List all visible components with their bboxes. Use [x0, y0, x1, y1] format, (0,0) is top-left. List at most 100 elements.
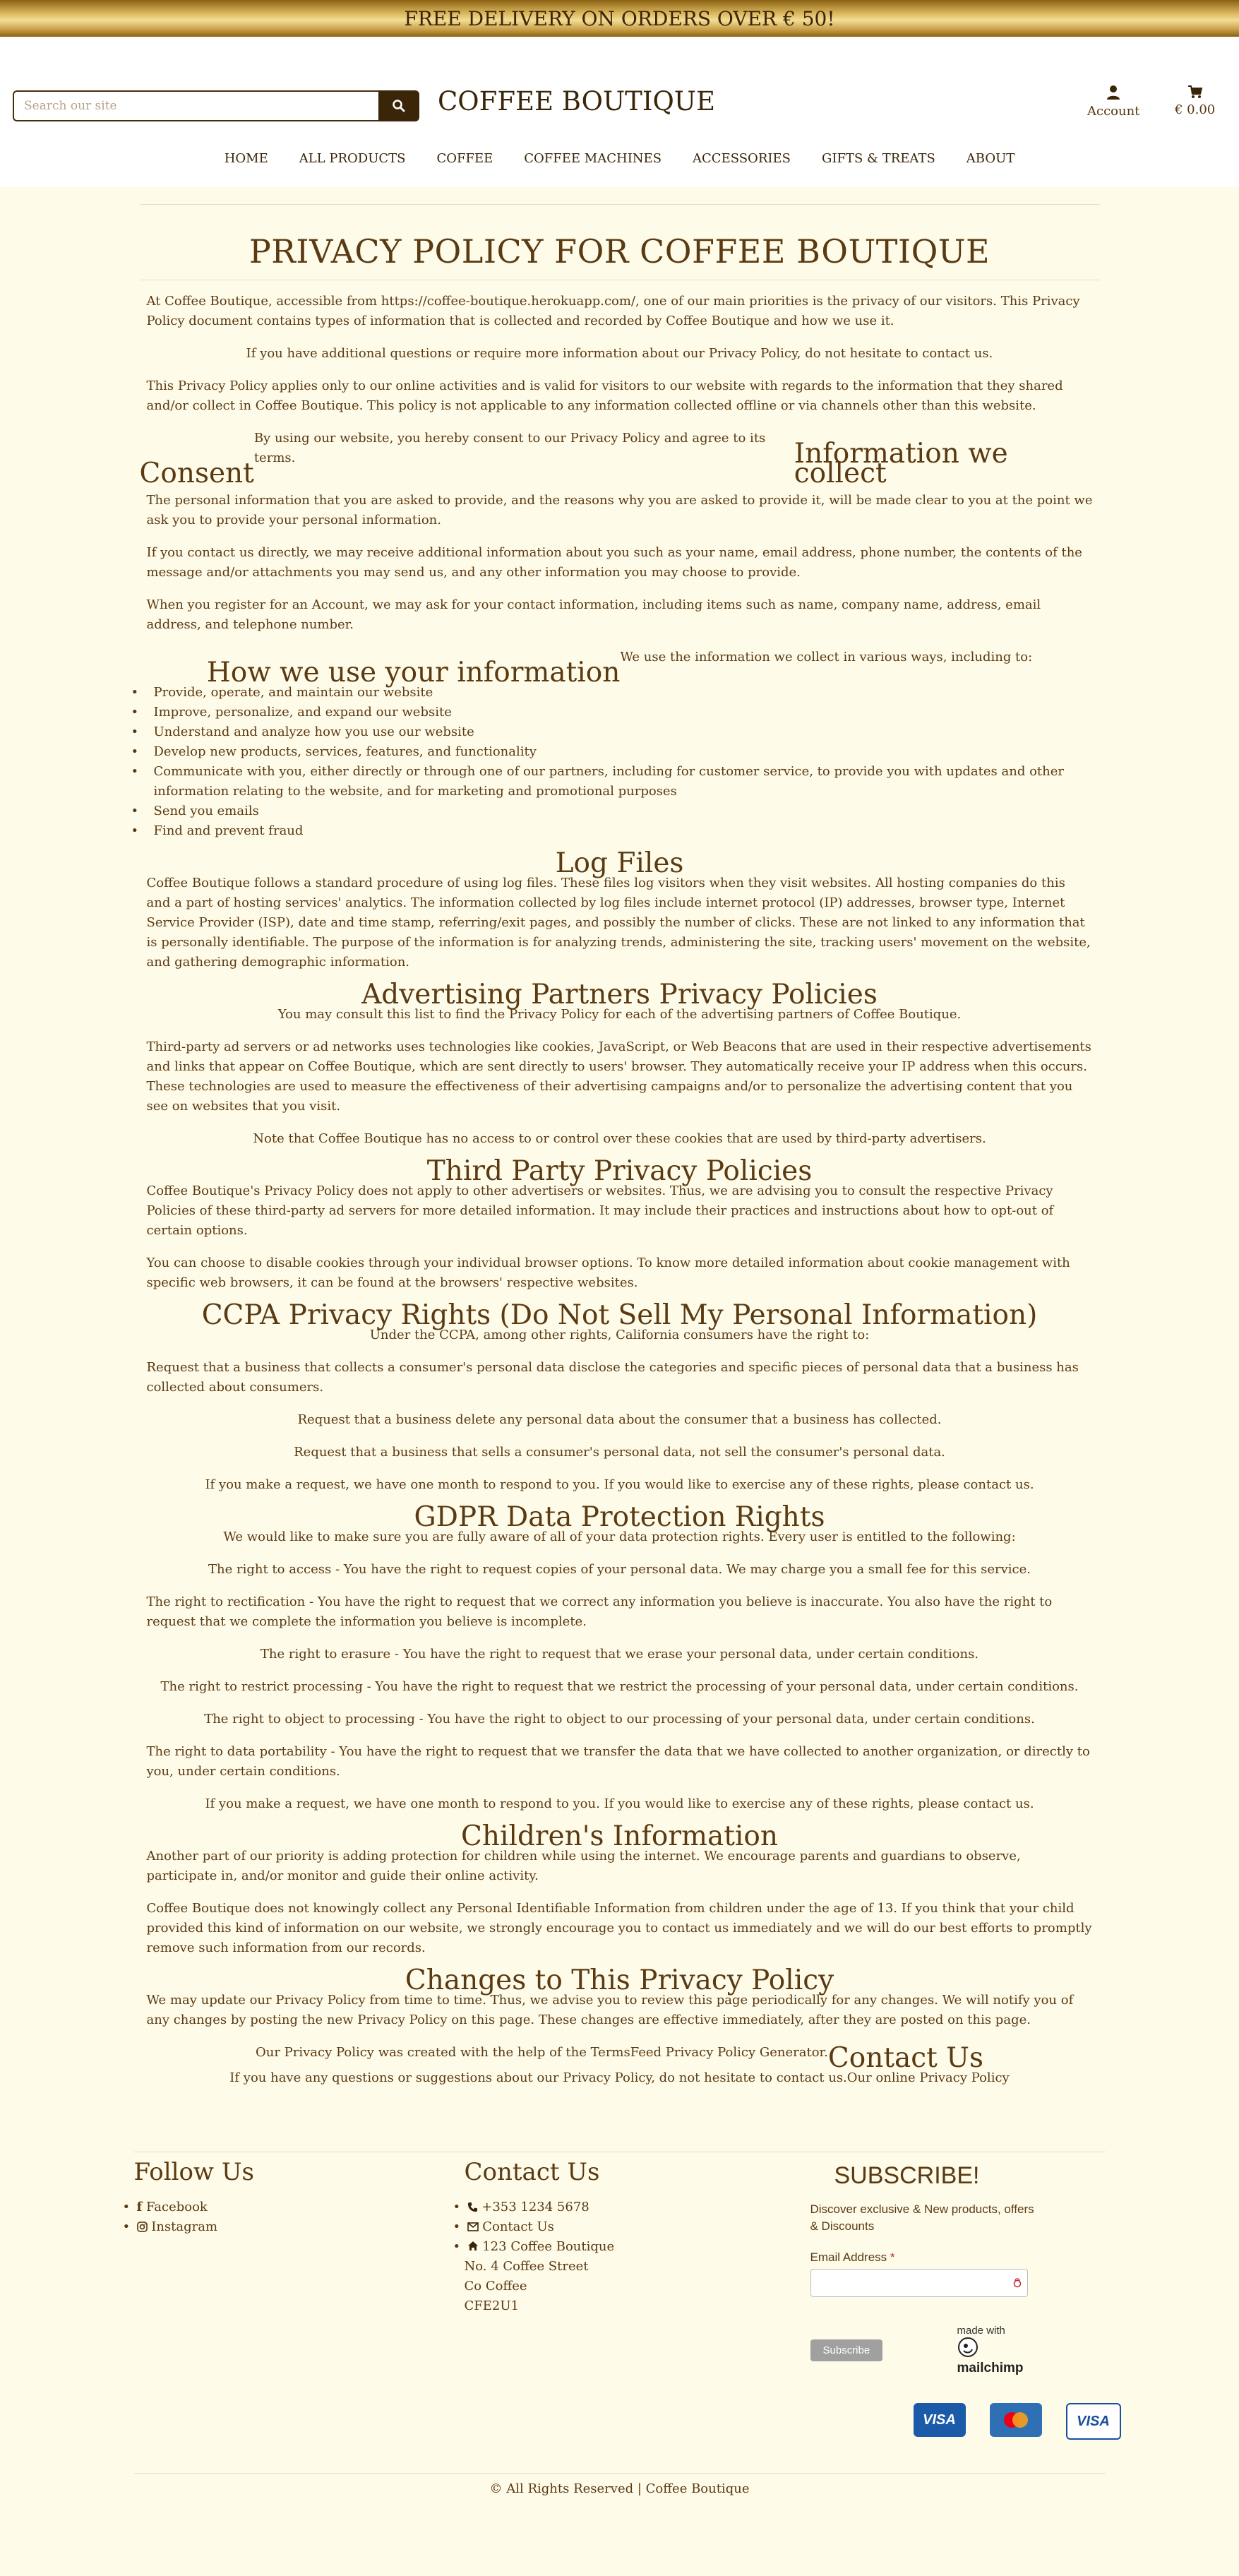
adv-paragraph: Note that Coffee Boutique has no access … — [253, 1131, 986, 1146]
log-paragraph: Coffee Boutique follows a standard proce… — [146, 876, 1091, 970]
mailchimp-logo: mailchimp — [957, 2361, 1024, 2375]
instagram-link[interactable]: Instagram — [122, 2217, 254, 2237]
ccpa-paragraph: Request that a business that collects a … — [146, 1360, 1079, 1395]
changes-heading: Changes to This Privacy Policy — [405, 1964, 834, 1996]
children-heading: Children's Information — [461, 1820, 778, 1852]
gdpr-paragraph: The right to access - You have the right… — [208, 1562, 1031, 1577]
subscribe-heading: SUBSCRIBE! — [834, 2162, 980, 2189]
log-heading: Log Files — [555, 847, 684, 879]
instagram-icon — [136, 2222, 148, 2232]
address-block: No. 4 Coffee Street Co Coffee CFE2U1 — [465, 2257, 615, 2316]
phone-item[interactable]: +353 1234 5678 — [453, 2198, 615, 2217]
nav-gifts-treats[interactable]: GIFTS & TREATS — [822, 151, 935, 166]
footer-contact-heading: Contact Us — [464, 2158, 600, 2186]
third-party-paragraph: You can choose to disable cookies throug… — [146, 1256, 1070, 1290]
cart-icon — [1187, 85, 1202, 98]
account-link[interactable]: Account — [1087, 85, 1139, 119]
follow-heading: Follow Us — [133, 2158, 254, 2186]
page-title: PRIVACY POLICY FOR COFFEE BOUTIQUE — [249, 232, 990, 270]
cart-total: € 0.00 — [1175, 102, 1216, 117]
list-item: Develop new products, services, features… — [131, 742, 1100, 762]
facebook-label: Facebook — [145, 2200, 208, 2214]
facebook-link[interactable]: f Facebook — [122, 2198, 254, 2217]
contact-paragraph: If you have any questions or suggestions… — [140, 2068, 1100, 2088]
ccpa-paragraph: Request that a business that sells a con… — [294, 1445, 945, 1460]
consent-heading: Consent — [139, 458, 254, 489]
nav-about[interactable]: ABOUT — [966, 151, 1015, 166]
list-item: Understand and analyze how you use our w… — [131, 722, 1100, 742]
changes-paragraph: Our Privacy Policy was created with the … — [255, 2045, 828, 2060]
gdpr-heading: GDPR Data Protection Rights — [414, 1501, 825, 1533]
nav-all-products[interactable]: ALL PRODUCTS — [299, 151, 406, 166]
info-paragraph: If you contact us directly, we may recei… — [146, 545, 1082, 580]
phone-number: +353 1234 5678 — [481, 2200, 589, 2214]
mailchimp-icon — [957, 2337, 978, 2357]
adv-paragraph: Third-party ad servers or ad networks us… — [146, 1039, 1091, 1114]
search-button[interactable] — [378, 90, 419, 121]
brand-logo[interactable]: COFFEE BOUTIQUE — [438, 86, 715, 117]
required-marker: * — [890, 2250, 895, 2264]
facebook-icon: f — [136, 2200, 143, 2214]
changes-contact-row: Our Privacy Policy was created with the … — [140, 2042, 1100, 2074]
adv-paragraph: You may consult this list to find the Pr… — [277, 1007, 962, 1022]
use-list: Provide, operate, and maintain our websi… — [131, 683, 1100, 841]
envelope-icon — [467, 2222, 479, 2231]
search-input[interactable] — [13, 90, 378, 121]
third-party-paragraph: Coffee Boutique's Privacy Policy does no… — [146, 1183, 1054, 1238]
use-row: How we use your information We use the i… — [140, 648, 1100, 688]
list-item: Find and prevent fraud — [131, 821, 1100, 841]
account-label: Account — [1087, 104, 1140, 119]
children-paragraph: Another part of our priority is adding p… — [146, 1849, 1021, 1883]
nav-accessories[interactable]: ACCESSORIES — [693, 151, 791, 166]
ccpa-paragraph: Request that a business delete any perso… — [297, 1412, 942, 1427]
gdpr-paragraph: The right to restrict processing - You h… — [160, 1679, 1079, 1694]
nav-coffee-machines[interactable]: COFFEE MACHINES — [524, 151, 662, 166]
home-icon — [467, 2241, 478, 2250]
copyright-text: © All Rights Reserved | Coffee Boutique — [489, 2481, 750, 2496]
children-paragraph: Coffee Boutique does not knowingly colle… — [146, 1901, 1092, 1955]
info-paragraph: When you register for an Account, we may… — [146, 597, 1041, 632]
social-list: f Facebook Instagram — [122, 2198, 254, 2237]
cart-link[interactable]: € 0.00 — [1175, 85, 1215, 117]
consent-text: By using our website, you hereby consent… — [253, 431, 766, 465]
list-item: Send you emails — [131, 801, 1100, 821]
contact-tail: Our online Privacy Policy — [846, 2070, 1010, 2085]
search-bar — [13, 90, 419, 121]
use-heading: How we use your information — [206, 657, 621, 688]
intro-paragraph: If you have additional questions or requ… — [246, 346, 993, 361]
changes-paragraph: We may update our Privacy Policy from ti… — [146, 1993, 1074, 2027]
contact-text: If you have any questions or suggestions… — [229, 2070, 847, 2085]
site-footer: Follow Us f Facebook Instagram Contact U… — [122, 2152, 1121, 2496]
made-with-text: made with — [957, 2325, 1005, 2337]
subscribe-form: SUBSCRIBE! Discover exclusive & New prod… — [810, 2162, 1043, 2375]
address-line: CFE2U1 — [464, 2298, 519, 2313]
subscribe-button[interactable]: Subscribe — [810, 2339, 883, 2361]
nav-coffee[interactable]: COFFEE — [436, 151, 493, 166]
gdpr-paragraph: The right to rectification - You have th… — [146, 1594, 1053, 1629]
use-intro: We use the information we collect in var… — [620, 650, 1033, 664]
email-label-text: Email Address — [810, 2250, 887, 2264]
info-paragraph: The personal information that you are as… — [146, 493, 1093, 527]
contact-link-item[interactable]: Contact Us — [453, 2217, 615, 2237]
ccpa-heading: CCPA Privacy Rights (Do Not Sell My Pers… — [201, 1299, 1038, 1331]
consent-row: Consent By using our website, you hereby… — [139, 429, 1100, 489]
gdpr-paragraph: The right to erasure - You have the righ… — [260, 1647, 979, 1662]
instagram-label: Instagram — [151, 2219, 218, 2234]
promo-banner: FREE DELIVERY ON ORDERS OVER € 50! — [0, 0, 1239, 37]
mailchimp-badge[interactable]: made with mailchimp — [957, 2325, 1024, 2376]
nav-home[interactable]: HOME — [225, 151, 268, 166]
intro-paragraph: This Privacy Policy applies only to our … — [146, 378, 1063, 413]
password-manager-icon — [1013, 2278, 1021, 2288]
list-item: Provide, operate, and maintain our websi… — [131, 683, 1100, 703]
email-field[interactable] — [810, 2269, 1028, 2297]
list-item: Improve, personalize, and expand our web… — [131, 703, 1100, 722]
gdpr-paragraph: The right to data portability - You have… — [146, 1744, 1090, 1779]
contact-heading: Contact Us — [827, 2042, 984, 2074]
payment-cards: VISA VISA — [913, 2403, 1121, 2440]
privacy-content: PRIVACY POLICY FOR COFFEE BOUTIQUE At Co… — [131, 187, 1100, 2088]
visa-card-icon: VISA — [1065, 2403, 1121, 2440]
email-label: Email Address * — [810, 2250, 1043, 2265]
intro-paragraph: At Coffee Boutique, accessible from http… — [146, 294, 1080, 328]
list-item: Communicate with you, either directly or… — [131, 762, 1100, 801]
contact-link: Contact Us — [482, 2219, 554, 2234]
